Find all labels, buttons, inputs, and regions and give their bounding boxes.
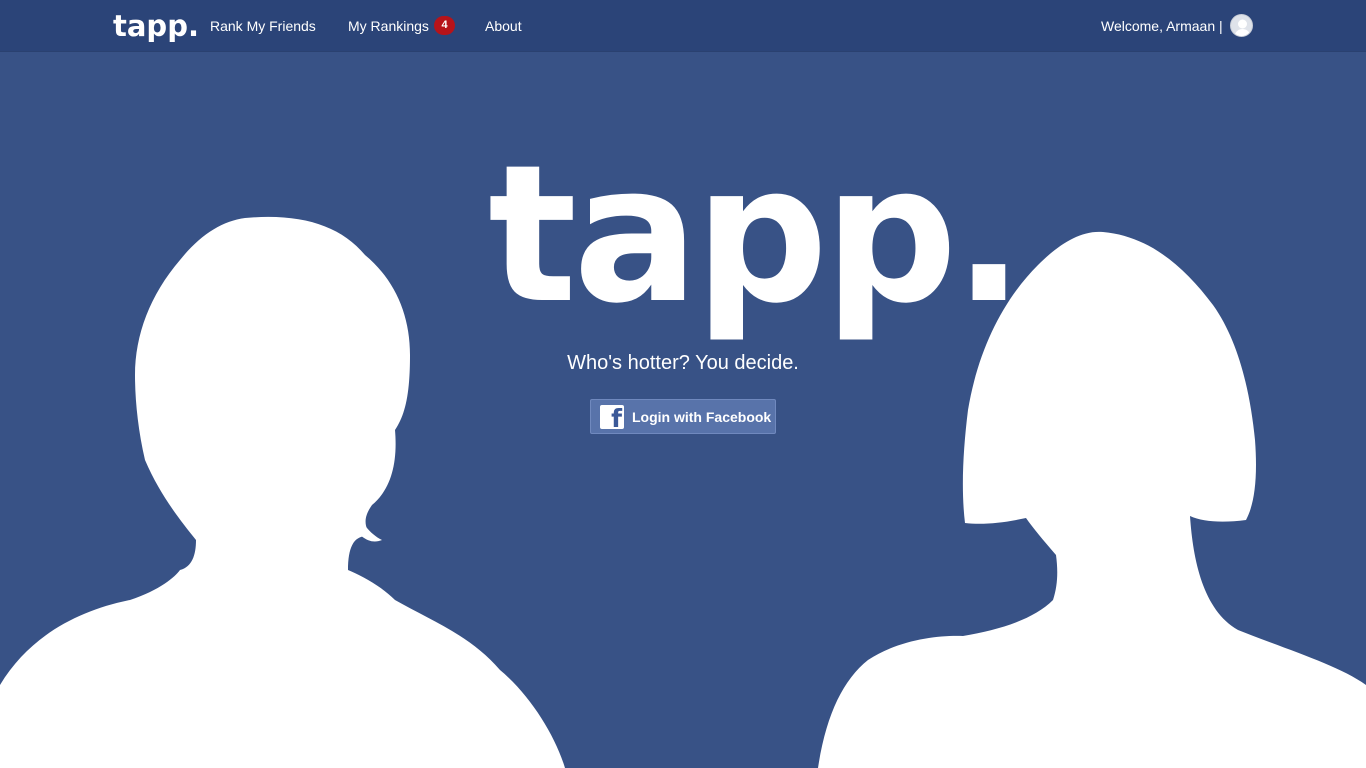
nav-link-about[interactable]: About: [485, 17, 522, 35]
welcome-text: Welcome, Armaan |: [1101, 18, 1223, 34]
nav-link-rank-my-friends[interactable]: Rank My Friends: [210, 17, 316, 35]
login-button-label: Login with Facebook: [632, 409, 772, 425]
hero-logo: tapp.: [488, 124, 1024, 345]
top-navbar: tapp. Rank My Friends My Rankings 4 Abou…: [0, 0, 1366, 52]
rankings-count-badge[interactable]: 4: [434, 16, 455, 35]
navbar-logo[interactable]: tapp.: [113, 8, 199, 44]
tagline: Who's hotter? You decide.: [567, 352, 799, 374]
user-avatar-icon[interactable]: [1230, 14, 1253, 37]
facebook-icon: f: [600, 405, 624, 429]
landing-page: tapp. Rank My Friends My Rankings 4 Abou…: [0, 0, 1366, 768]
login-with-facebook-button[interactable]: f Login with Facebook: [590, 399, 776, 434]
nav-link-my-rankings[interactable]: My Rankings: [348, 17, 429, 35]
